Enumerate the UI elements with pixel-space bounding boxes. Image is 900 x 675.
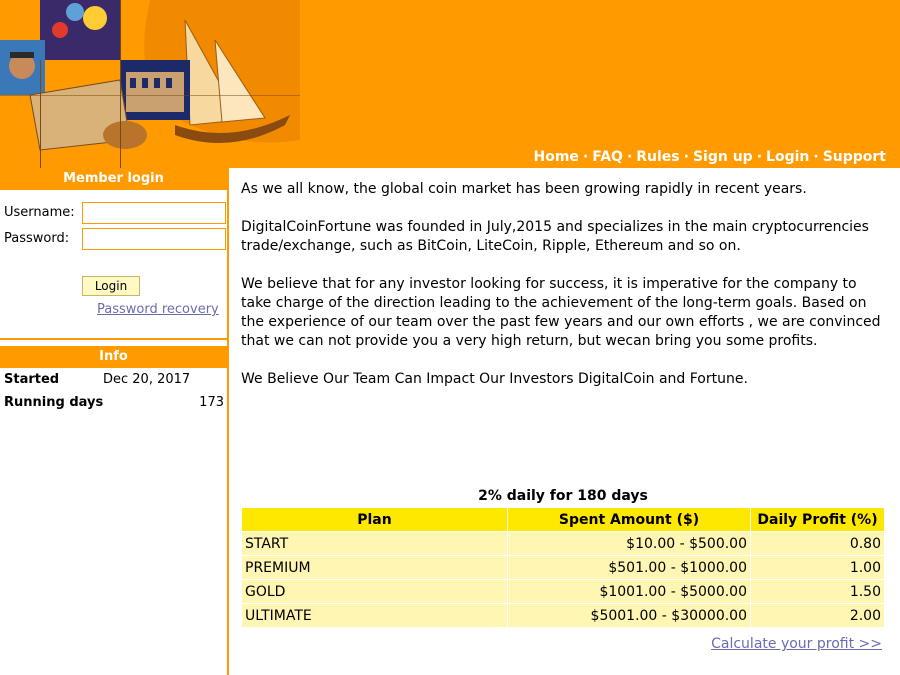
team-paragraph: We Believe Our Team Can Impact Our Inves… (241, 371, 748, 387)
nav-rules[interactable]: Rules (636, 149, 679, 165)
table-row: PREMIUM $501.00 - $1000.00 1.00 (242, 556, 884, 579)
nav-separator: · (813, 149, 819, 165)
plan-profit: 1.50 (751, 580, 884, 603)
nav-separator: · (756, 149, 763, 165)
nav-separator: · (683, 149, 689, 165)
header-banner-image (0, 0, 300, 168)
plan-profit: 0.80 (751, 532, 884, 555)
login-button[interactable]: Login (82, 276, 140, 296)
plan-name: GOLD (242, 580, 507, 603)
top-navigation: Home · FAQ · Rules · Sign up · Login · Support (533, 149, 886, 165)
info-heading: Info (0, 346, 227, 368)
calculate-profit-link[interactable]: Calculate your profit >> (711, 636, 882, 652)
main-content: As we all know, the global coin market h… (241, 180, 886, 408)
password-recovery-link[interactable]: Password recovery (97, 302, 219, 317)
table-row: ULTIMATE $5001.00 - $30000.00 2.00 (242, 604, 884, 627)
info-running-days-row: Running days 173 (0, 391, 227, 414)
plan-profit: 1.00 (751, 556, 884, 579)
plan-amount: $10.00 - $500.00 (508, 532, 750, 555)
table-row: START $10.00 - $500.00 0.80 (242, 532, 884, 555)
sidebar: Member login Username: Password: Login P… (0, 168, 229, 675)
plan-amount: $5001.00 - $30000.00 (508, 604, 750, 627)
nav-home[interactable]: Home (533, 149, 578, 165)
investment-plans: 2% daily for 180 days Plan Spent Amount … (241, 487, 885, 652)
username-label: Username: (4, 205, 75, 220)
about-paragraph: DigitalCoinFortune was founded in July,2… (241, 219, 869, 254)
member-login-heading: Member login (0, 168, 227, 190)
nav-support[interactable]: Support (823, 149, 886, 165)
info-started-row: Started Dec 20, 2017 (0, 368, 227, 391)
intro-paragraph: As we all know, the global coin market h… (241, 181, 807, 197)
plan-name: START (242, 532, 507, 555)
nav-separator: · (626, 149, 633, 165)
plan-profit: 2.00 (751, 604, 884, 627)
member-login-form: Username: Password: Login Password recov… (0, 190, 227, 338)
nav-login[interactable]: Login (766, 149, 809, 165)
started-label: Started (4, 372, 60, 387)
column-header-spent-amount: Spent Amount ($) (508, 508, 750, 531)
password-label: Password: (4, 231, 70, 246)
sidebar-divider (0, 338, 227, 346)
plan-amount: $1001.00 - $5000.00 (508, 580, 750, 603)
belief-paragraph: We believe that for any investor looking… (241, 276, 881, 349)
running-days-value: 173 (199, 395, 224, 410)
nav-separator: · (582, 149, 589, 165)
plans-title: 2% daily for 180 days (478, 488, 648, 504)
running-days-label: Running days (4, 395, 104, 410)
nav-faq[interactable]: FAQ (592, 149, 623, 165)
started-value: Dec 20, 2017 (103, 372, 191, 387)
plan-name: ULTIMATE (242, 604, 507, 627)
username-input[interactable] (82, 202, 226, 224)
nav-sign-up[interactable]: Sign up (693, 149, 753, 165)
table-header-row: Plan Spent Amount ($) Daily Profit (%) (242, 508, 884, 531)
plans-table: Plan Spent Amount ($) Daily Profit (%) S… (241, 507, 885, 628)
page-header: Home · FAQ · Rules · Sign up · Login · Support (0, 0, 900, 168)
column-header-plan: Plan (242, 508, 507, 531)
table-row: GOLD $1001.00 - $5000.00 1.50 (242, 580, 884, 603)
plan-name: PREMIUM (242, 556, 507, 579)
column-header-daily-profit: Daily Profit (%) (751, 508, 884, 531)
plan-amount: $501.00 - $1000.00 (508, 556, 750, 579)
password-input[interactable] (82, 228, 226, 250)
